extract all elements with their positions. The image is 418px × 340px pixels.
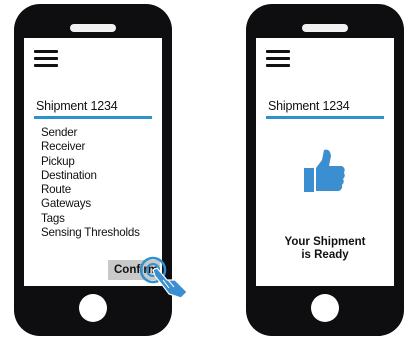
speaker-grille bbox=[302, 24, 348, 32]
left-phone-screen: Shipment 1234 Sender Receiver Pickup Des… bbox=[24, 38, 162, 286]
menu-item-gateways[interactable]: Gateways bbox=[41, 197, 140, 211]
left-phone: Shipment 1234 Sender Receiver Pickup Des… bbox=[14, 4, 172, 336]
ready-line-1: Your Shipment bbox=[284, 236, 366, 248]
menu-item-tags[interactable]: Tags bbox=[41, 212, 140, 226]
home-button[interactable] bbox=[79, 294, 107, 322]
shipment-ready-message: Your Shipment is Ready bbox=[256, 236, 394, 262]
hamburger-icon[interactable] bbox=[34, 50, 58, 68]
hamburger-icon[interactable] bbox=[266, 50, 290, 68]
menu-item-receiver[interactable]: Receiver bbox=[41, 140, 140, 154]
title-underline bbox=[34, 116, 152, 119]
shipment-title: Shipment 1234 bbox=[268, 99, 350, 113]
title-underline bbox=[266, 116, 384, 119]
shipment-menu: Sender Receiver Pickup Destination Route… bbox=[41, 126, 140, 240]
confirm-button[interactable]: Confirm bbox=[108, 260, 160, 280]
thumbs-up-icon bbox=[304, 149, 345, 192]
menu-item-sender[interactable]: Sender bbox=[41, 126, 140, 140]
menu-item-route[interactable]: Route bbox=[41, 183, 140, 197]
right-phone-screen: Shipment 1234 Your Shipment is Ready bbox=[256, 38, 394, 286]
shipment-title: Shipment 1234 bbox=[36, 99, 118, 113]
menu-item-pickup[interactable]: Pickup bbox=[41, 155, 140, 169]
home-button[interactable] bbox=[311, 294, 339, 322]
ready-line-2: is Ready bbox=[301, 249, 349, 261]
speaker-grille bbox=[70, 24, 116, 32]
menu-item-destination[interactable]: Destination bbox=[41, 169, 140, 183]
menu-item-sensing-thresholds[interactable]: Sensing Thresholds bbox=[41, 226, 140, 240]
right-phone: Shipment 1234 Your Shipment is Ready bbox=[246, 4, 404, 336]
